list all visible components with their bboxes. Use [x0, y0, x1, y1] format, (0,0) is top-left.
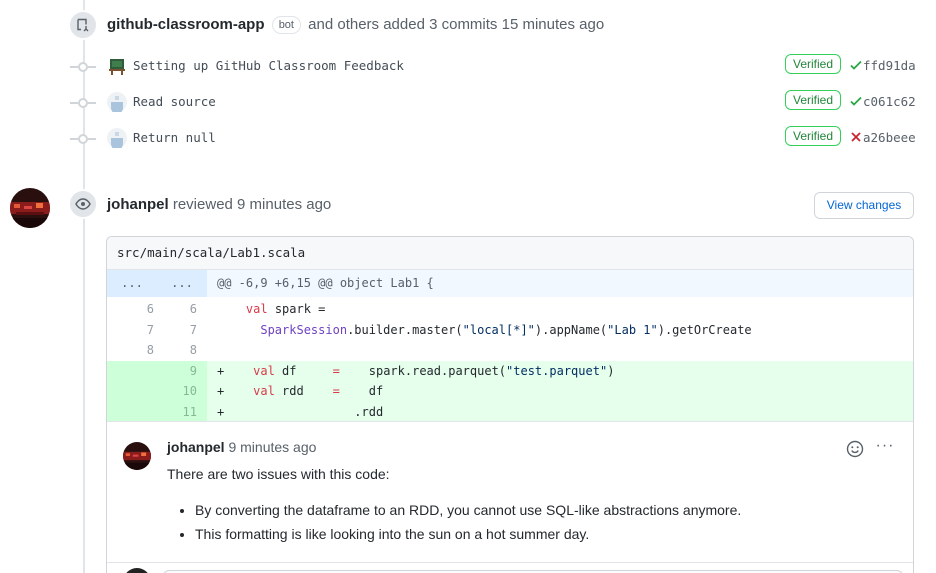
verified-badge[interactable]: Verified [785, 126, 842, 146]
commit-sha-link[interactable]: ffd91da [863, 58, 916, 73]
diff-line-added: 11 + .rdd [107, 401, 913, 422]
bot-badge: bot [271, 16, 301, 34]
kebab-horizontal-icon[interactable]: ··· [873, 438, 897, 459]
commit-dot-icon [70, 98, 96, 108]
review-header: johanpel reviewed 9 minutes ago [107, 196, 331, 213]
code-line: + val df = spark.read.parquet("test.parq… [207, 360, 913, 381]
comment-time[interactable]: 9 minutes ago [228, 439, 316, 455]
new-line-number[interactable]: 8 [157, 340, 207, 361]
diff-line-added: 10 + val rdd = df [107, 381, 913, 402]
smiley-icon[interactable] [845, 439, 865, 459]
list-item: This formatting is like looking into the… [195, 524, 741, 544]
eye-icon [68, 189, 98, 219]
x-icon[interactable] [849, 130, 863, 144]
code-line: SparkSession.builder.master("local[*]").… [260, 322, 752, 337]
check-icon[interactable] [849, 58, 863, 72]
push-action-text: and others added 3 commits [308, 16, 498, 33]
commit-sha-link[interactable]: c061c62 [863, 94, 916, 109]
new-line-number[interactable]: 7 [157, 320, 207, 341]
code-line: + .rdd [207, 401, 913, 422]
default-avatar-icon[interactable] [107, 92, 127, 112]
old-line-number[interactable] [107, 360, 157, 381]
divider [107, 562, 913, 563]
comment-bullet-list: By converting the dataframe to an RDD, y… [167, 500, 741, 544]
view-changes-button[interactable]: View changes [814, 192, 914, 219]
hunk-header: @@ -6,9 +6,15 @@ object Lab1 { [207, 270, 913, 297]
diff-line: 6 6 val spark = [107, 299, 913, 320]
comment-author-link[interactable]: johanpel [167, 439, 225, 455]
old-line-number[interactable] [107, 381, 157, 402]
review-action-text: reviewed [172, 196, 233, 213]
verified-badge[interactable]: Verified [785, 90, 842, 110]
push-event-header: github-classroom-app bot and others adde… [107, 16, 604, 34]
commit-dot-icon [70, 62, 96, 72]
diff-hunk-row: ... ... @@ -6,9 +6,15 @@ object Lab1 { [107, 270, 913, 297]
avatar [123, 568, 151, 573]
commit-row: Setting up GitHub Classroom Feedback Ver… [0, 54, 936, 78]
timeline-line [83, 0, 85, 573]
commit-row: Return null Verified a26beee [0, 126, 936, 150]
old-line-number[interactable]: 7 [107, 320, 157, 341]
push-author-link[interactable]: github-classroom-app [107, 16, 265, 33]
new-line-number[interactable]: 11 [157, 401, 207, 422]
push-time[interactable]: 15 minutes ago [502, 16, 605, 33]
diff-line-added: 9 + val df = spark.read.parquet("test.pa… [107, 360, 913, 381]
old-line-number[interactable]: 6 [107, 299, 157, 320]
comment-header: johanpel 9 minutes ago [167, 439, 316, 455]
commit-message-link[interactable]: Return null [133, 130, 216, 145]
check-icon[interactable] [849, 94, 863, 108]
classroom-avatar-icon[interactable] [107, 56, 127, 76]
list-item: By converting the dataframe to an RDD, y… [195, 500, 741, 520]
commit-row: Read source Verified c061c62 [0, 90, 936, 114]
file-path-link[interactable]: src/main/scala/Lab1.scala [107, 237, 913, 270]
commit-dot-icon [70, 134, 96, 144]
new-line-number[interactable]: 10 [157, 381, 207, 402]
review-comment: johanpel 9 minutes ago ··· There are two… [107, 421, 913, 573]
review-file-box: src/main/scala/Lab1.scala ... ... @@ -6,… [106, 236, 914, 573]
comment-body: There are two issues with this code: By … [167, 464, 741, 548]
commit-message-link[interactable]: Setting up GitHub Classroom Feedback [133, 58, 404, 73]
repo-push-icon [68, 10, 98, 40]
expand-down-button[interactable]: ... [157, 270, 207, 297]
old-line-number[interactable] [107, 401, 157, 422]
old-line-number[interactable]: 8 [107, 340, 157, 361]
expand-up-button[interactable]: ... [107, 270, 157, 297]
diff-line: 7 7 SparkSession.builder.master("local[*… [107, 320, 913, 341]
new-line-number[interactable]: 9 [157, 360, 207, 381]
avatar[interactable] [10, 188, 50, 228]
diff-line: 8 8 [107, 340, 913, 361]
commit-message-link[interactable]: Read source [133, 94, 216, 109]
code-line: + val rdd = df [207, 381, 913, 402]
review-author-link[interactable]: johanpel [107, 196, 169, 213]
comment-intro: There are two issues with this code: [167, 466, 390, 482]
verified-badge[interactable]: Verified [785, 54, 842, 74]
new-line-number[interactable]: 6 [157, 299, 207, 320]
code-line: val spark = [245, 302, 326, 316]
review-time[interactable]: 9 minutes ago [237, 196, 331, 213]
avatar[interactable] [123, 442, 151, 470]
default-avatar-icon[interactable] [107, 128, 127, 148]
commit-sha-link[interactable]: a26beee [863, 130, 916, 145]
